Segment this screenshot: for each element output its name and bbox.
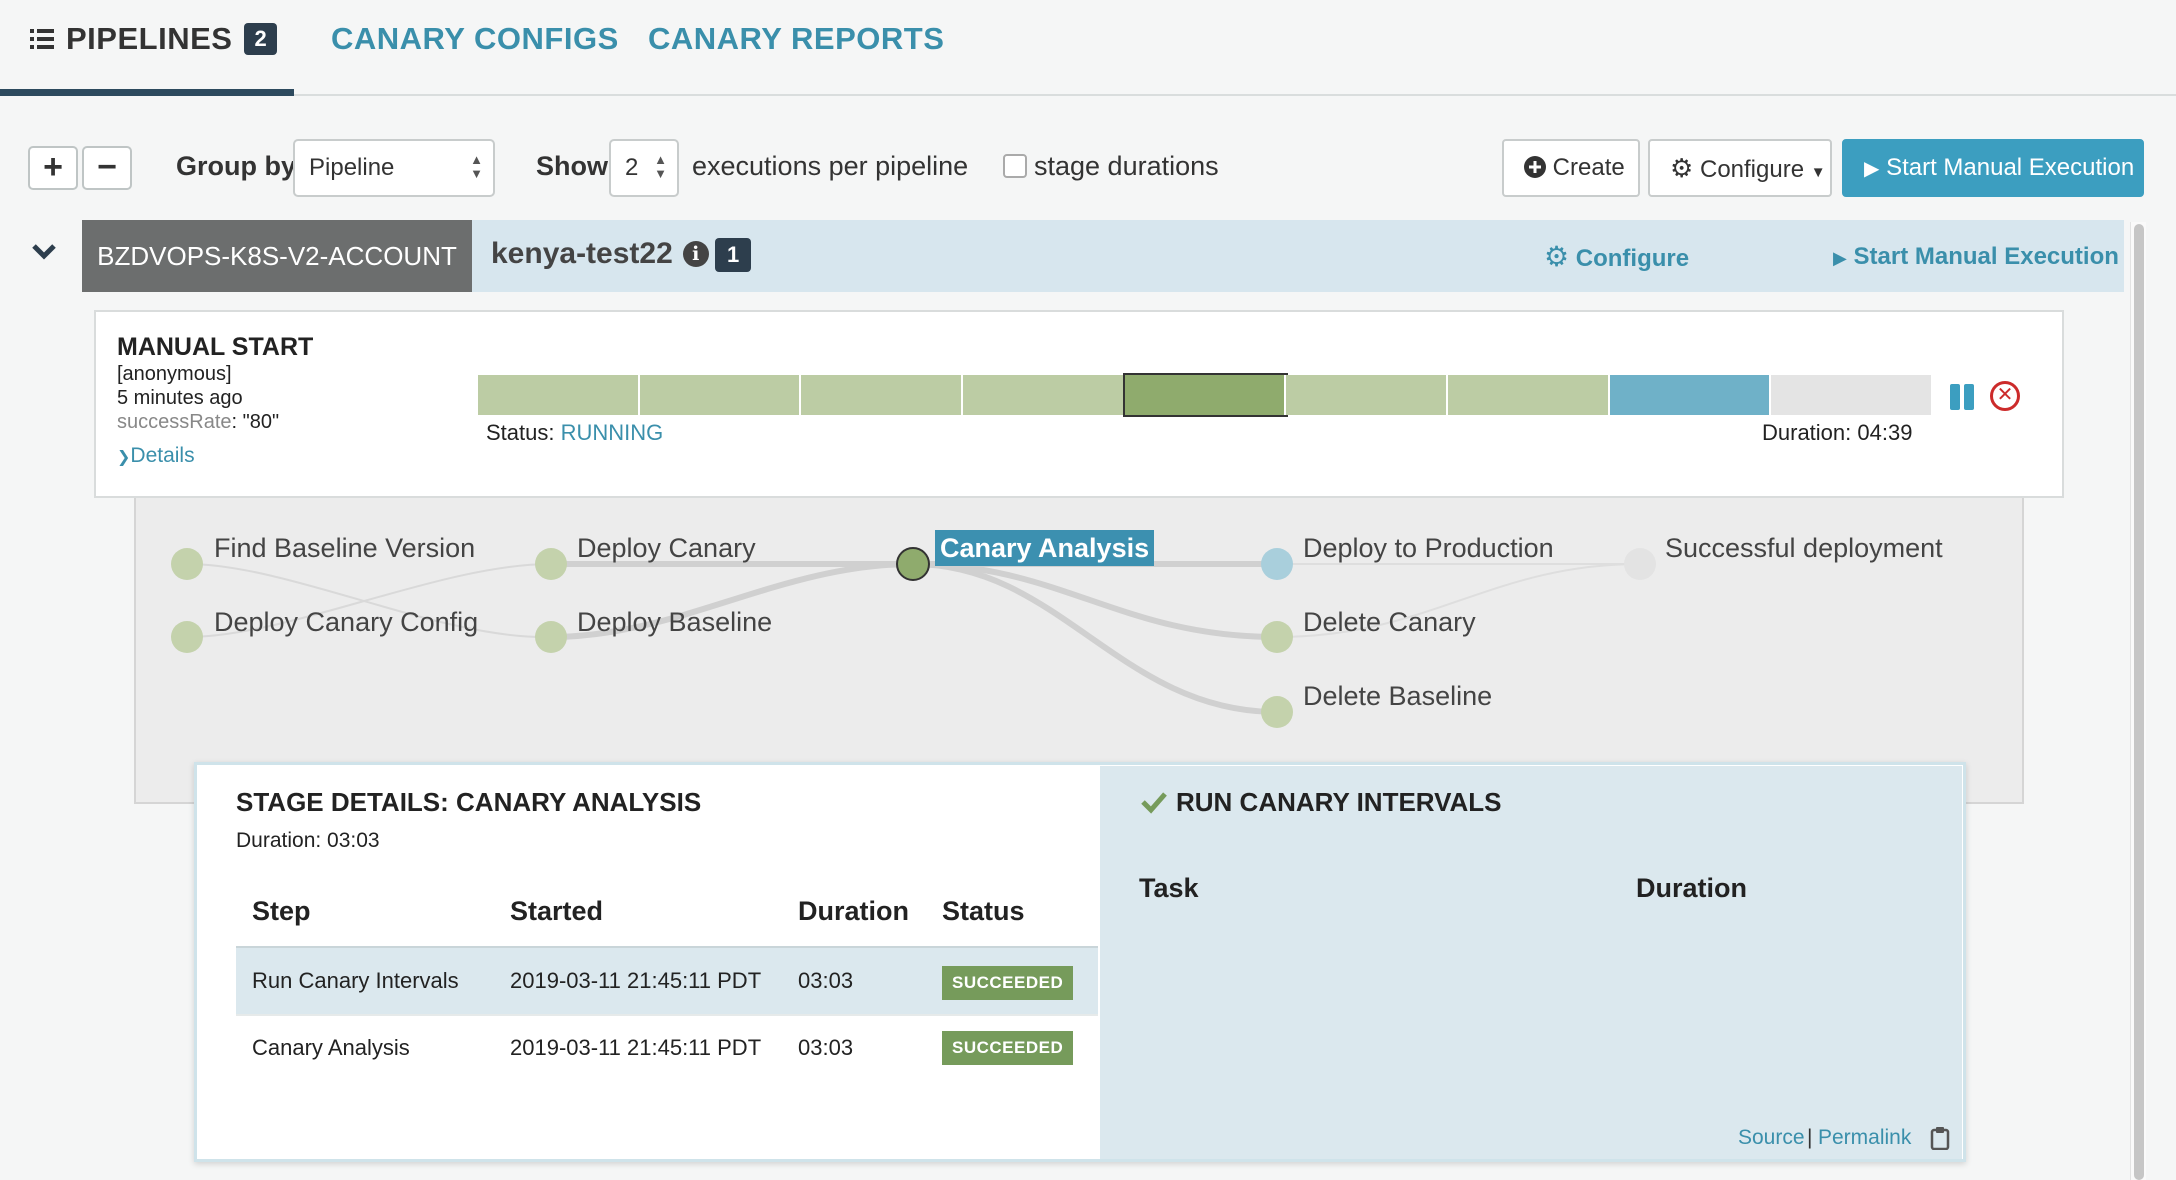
stage-label-find-baseline-version[interactable]: Find Baseline Version bbox=[214, 530, 475, 566]
graph-node-deploy-canary-config bbox=[171, 621, 203, 653]
step-duration: 03:03 bbox=[798, 1035, 854, 1060]
status-badge: SUCCEEDED bbox=[942, 966, 1074, 1000]
scrollbar-thumb[interactable] bbox=[2134, 224, 2144, 1180]
graph-node-deploy-baseline bbox=[535, 621, 567, 653]
column-header-task: Task bbox=[1139, 873, 1199, 903]
graph-node-deploy-production bbox=[1261, 548, 1293, 580]
graph-node-successful-deployment bbox=[1624, 548, 1656, 580]
stage-details-duration: Duration: 03:03 bbox=[236, 829, 380, 852]
column-header-step: Step bbox=[252, 896, 311, 926]
stage-label-deploy-to-production[interactable]: Deploy to Production bbox=[1303, 530, 1554, 566]
step-name: Canary Analysis bbox=[252, 1035, 410, 1060]
step-started: 2019-03-11 21:45:11 PDT bbox=[510, 1035, 762, 1060]
column-header-duration: Duration bbox=[798, 896, 909, 926]
stage-label-delete-baseline[interactable]: Delete Baseline bbox=[1303, 678, 1492, 714]
source-link[interactable]: Source bbox=[1738, 1124, 1805, 1152]
stage-label-deploy-baseline[interactable]: Deploy Baseline bbox=[577, 604, 772, 640]
column-header-task-duration: Duration bbox=[1636, 873, 1747, 903]
step-started: 2019-03-11 21:45:11 PDT bbox=[510, 968, 762, 993]
stage-label-deploy-canary[interactable]: Deploy Canary bbox=[577, 530, 756, 566]
step-details-title-label: RUN CANARY INTERVALS bbox=[1176, 787, 1502, 817]
graph-node-find-baseline bbox=[171, 548, 203, 580]
stage-label-deploy-canary-config[interactable]: Deploy Canary Config bbox=[214, 604, 478, 640]
graph-node-deploy-canary bbox=[535, 548, 567, 580]
graph-node-delete-canary bbox=[1261, 621, 1293, 653]
permalink-link[interactable]: Permalink bbox=[1818, 1124, 1911, 1152]
clipboard-icon[interactable] bbox=[1930, 1126, 1950, 1150]
graph-node-canary-analysis bbox=[896, 547, 930, 581]
check-icon bbox=[1141, 792, 1167, 814]
step-details-pane bbox=[1100, 766, 1962, 1159]
stage-label-delete-canary[interactable]: Delete Canary bbox=[1303, 604, 1476, 640]
step-details-title: RUN CANARY INTERVALS bbox=[1140, 784, 1502, 820]
step-name: Run Canary Intervals bbox=[252, 968, 459, 993]
stage-label-canary-analysis[interactable]: Canary Analysis bbox=[935, 530, 1155, 566]
column-header-status: Status bbox=[942, 896, 1025, 926]
status-badge: SUCCEEDED bbox=[942, 1031, 1074, 1065]
link-separator: | bbox=[1807, 1126, 1813, 1149]
column-header-started: Started bbox=[510, 896, 604, 926]
stage-label-successful-deployment[interactable]: Successful deployment bbox=[1665, 530, 1943, 566]
graph-node-delete-baseline bbox=[1261, 696, 1293, 728]
stage-details-title: STAGE DETAILS: CANARY ANALYSIS bbox=[236, 787, 702, 817]
step-duration: 03:03 bbox=[798, 968, 854, 993]
